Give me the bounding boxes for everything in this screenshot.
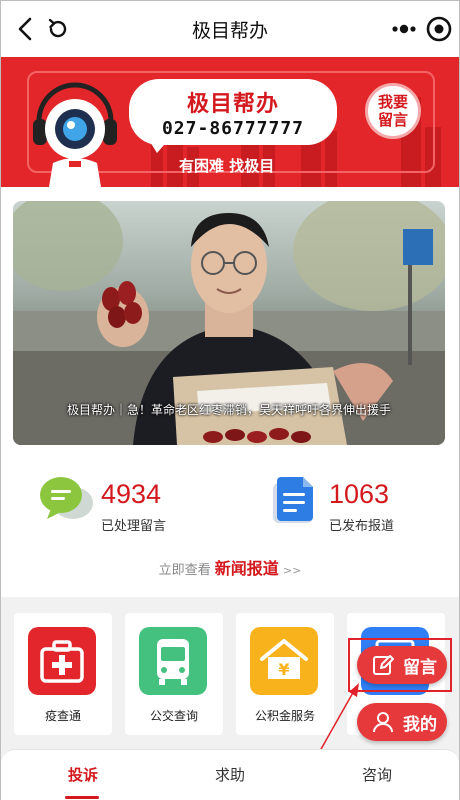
active-tab-indicator — [65, 796, 99, 799]
hotline-bubble: 极目帮办 027-86777777 — [129, 79, 337, 145]
message-bubble-icon — [40, 477, 93, 519]
banner-slogan: 有困难 找极目 — [179, 157, 275, 175]
bottom-tab-bar: 投诉 求助 咨询 — [1, 749, 459, 800]
news-link-prefix: 立即查看 — [158, 563, 211, 578]
page-title: 极目帮办 — [191, 19, 268, 42]
hotline-banner: 极目帮办 027-86777777 有困难 找极目 我要 留言 — [1, 57, 459, 187]
tab-help[interactable]: 求助 — [154, 764, 306, 785]
mine-fab-label: 我的 — [403, 714, 437, 735]
leave-badge-line2: 留言 — [377, 111, 408, 129]
banner-title: 极目帮办 — [186, 90, 279, 117]
published-count: 1063 — [329, 479, 390, 509]
refresh-icon[interactable] — [45, 16, 71, 42]
tab-complaint[interactable]: 投诉 — [7, 764, 159, 785]
service-label: 公交查询 — [149, 709, 198, 723]
published-label: 已发布报道 — [329, 519, 395, 534]
svg-text:¥: ¥ — [278, 660, 289, 679]
view-news-link[interactable]: 立即查看 新闻报道 >> — [1, 555, 459, 579]
news-link-highlight: 新闻报道 — [214, 559, 279, 578]
service-label: 疫查通 — [44, 709, 81, 723]
featured-news-photo[interactable]: 极目帮办｜急！革命老区红枣滞销，吴天祥呼吁各界伸出援手 — [13, 201, 445, 445]
processed-count: 4934 — [101, 479, 162, 509]
processed-label: 已处理留言 — [101, 519, 167, 534]
service-card-bus[interactable]: 公交查询 — [125, 613, 223, 735]
top-navbar: 极目帮办 — [1, 1, 459, 57]
published-reports-stat[interactable]: 1063 已发布报道 — [267, 473, 447, 534]
medical-kit-icon — [28, 627, 96, 695]
document-icon — [273, 477, 313, 523]
more-options-icon[interactable] — [389, 19, 419, 39]
news-caption: 极目帮办｜急！革命老区红枣滞销，吴天祥呼吁各界伸出援手 — [66, 403, 391, 417]
user-icon — [373, 712, 393, 733]
leave-message-badge[interactable]: 我要 留言 — [365, 83, 421, 139]
bubble-tail — [147, 137, 171, 153]
news-link-arrow: >> — [282, 564, 302, 577]
processed-messages-stat[interactable]: 4934 已处理留言 — [39, 473, 219, 534]
leave-badge-line1: 我要 — [377, 93, 408, 111]
mascot-robot-icon — [33, 82, 117, 187]
hotline-phone[interactable]: 027-86777777 — [162, 118, 304, 139]
back-arrow-icon[interactable] — [13, 15, 39, 43]
bus-icon — [139, 627, 207, 695]
tab-consult[interactable]: 咨询 — [301, 764, 453, 785]
mine-fab[interactable]: 我的 — [357, 703, 447, 741]
close-miniprogram-icon[interactable] — [425, 15, 453, 43]
service-card-epidemic[interactable]: 疫查通 — [14, 613, 112, 735]
